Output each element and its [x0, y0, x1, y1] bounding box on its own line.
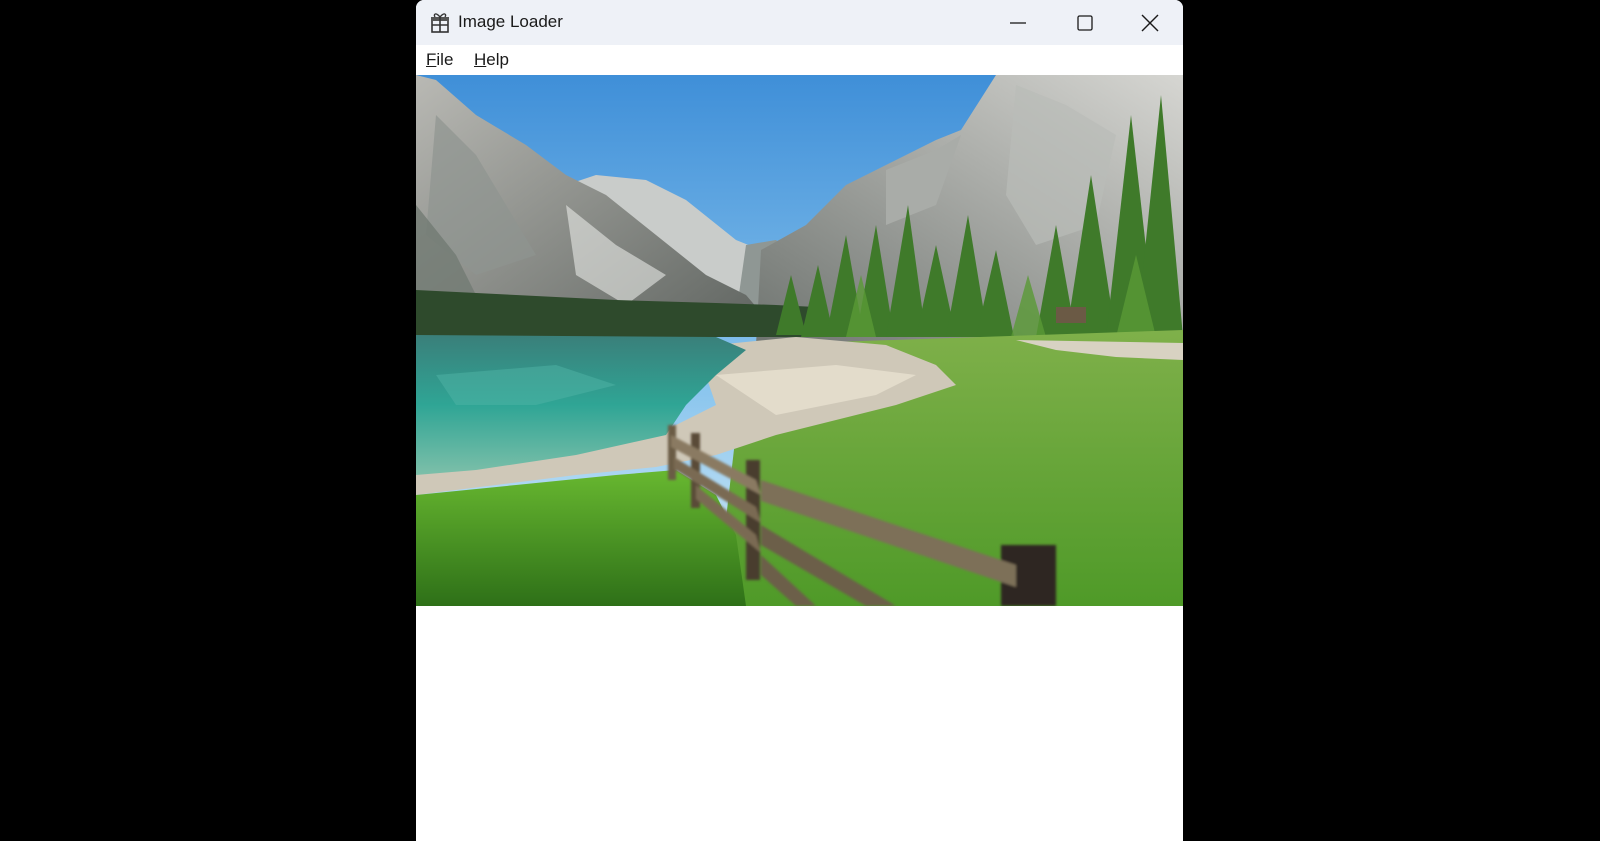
menu-help-label: elp — [486, 50, 509, 69]
image-loader-window: Image Loader File Help — [416, 0, 1183, 841]
menu-file[interactable]: File — [426, 49, 453, 71]
loaded-image — [416, 75, 1183, 606]
minimize-icon — [1010, 21, 1026, 24]
menu-help-mnemonic: H — [474, 50, 487, 69]
maximize-icon — [1077, 14, 1093, 31]
menu-file-label: ile — [436, 50, 454, 69]
menu-file-mnemonic: F — [426, 50, 437, 69]
maximize-button[interactable] — [1052, 0, 1118, 45]
title-bar[interactable]: Image Loader — [416, 0, 1183, 45]
minimize-button[interactable] — [985, 0, 1051, 45]
gift-box-icon — [431, 13, 449, 33]
menu-bar: File Help — [416, 45, 1183, 75]
landscape-image — [416, 75, 1183, 606]
window-title: Image Loader — [458, 12, 563, 31]
close-icon — [1141, 14, 1159, 31]
close-button[interactable] — [1117, 0, 1183, 45]
menu-help[interactable]: Help — [474, 49, 509, 71]
